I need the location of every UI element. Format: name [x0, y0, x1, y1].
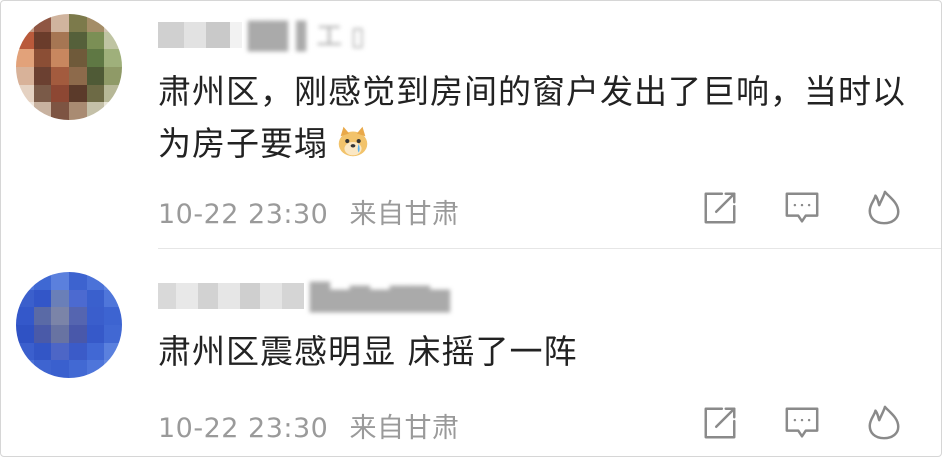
- avatar[interactable]: [16, 272, 122, 378]
- username-text: ██ ▌工 ▯: [248, 22, 365, 52]
- like-button[interactable]: [863, 187, 905, 229]
- share-button[interactable]: [699, 402, 741, 444]
- share-icon: [704, 192, 736, 224]
- comment-icon: [785, 407, 819, 438]
- comment-list: ██ ▌工 ▯ 肃州区，刚感觉到房间的窗户发出了巨响，当时以为房子要塌 10-2…: [0, 0, 942, 457]
- share-button[interactable]: [699, 187, 741, 229]
- like-button[interactable]: [863, 402, 905, 444]
- comment-item: █▆▇▆▇▇▆ 肃州区震感明显 床摇了一阵 10-22 23:30 来自甘肃: [1, 248, 941, 456]
- like-icon: [868, 405, 900, 440]
- like-icon: [868, 190, 900, 225]
- crying-doge-emoji: [338, 126, 368, 157]
- comment-button[interactable]: [781, 402, 823, 444]
- timestamp: 10-22 23:30: [158, 413, 329, 444]
- comment-icon: [785, 192, 819, 223]
- location: 来自甘肃: [349, 413, 460, 444]
- username-text: █▆▇▆▇▇▆: [310, 283, 450, 313]
- comment-item: ██ ▌工 ▯ 肃州区，刚感觉到房间的窗户发出了巨响，当时以为房子要塌 10-2…: [1, 1, 941, 248]
- share-icon: [704, 407, 736, 439]
- comment-meta: 10-22 23:30 来自甘肃: [158, 406, 459, 445]
- username-blurred[interactable]: █▆▇▆▇▇▆: [158, 278, 450, 314]
- location: 来自甘肃: [349, 199, 460, 230]
- comment-actions: [699, 402, 941, 444]
- comment-body: 肃州区震感明显 床摇了一阵: [158, 332, 578, 371]
- avatar[interactable]: [16, 14, 122, 120]
- username-blurred[interactable]: ██ ▌工 ▯: [158, 17, 365, 53]
- comment-button[interactable]: [781, 187, 823, 229]
- comment-meta: 10-22 23:30 来自甘肃: [158, 192, 459, 231]
- comment-actions: [699, 187, 941, 229]
- timestamp: 10-22 23:30: [158, 199, 329, 230]
- comment-body: 肃州区，刚感觉到房间的窗户发出了巨响，当时以为房子要塌: [158, 72, 906, 163]
- comment-text: 肃州区，刚感觉到房间的窗户发出了巨响，当时以为房子要塌: [158, 66, 918, 170]
- comment-text: 肃州区震感明显 床摇了一阵: [158, 326, 918, 378]
